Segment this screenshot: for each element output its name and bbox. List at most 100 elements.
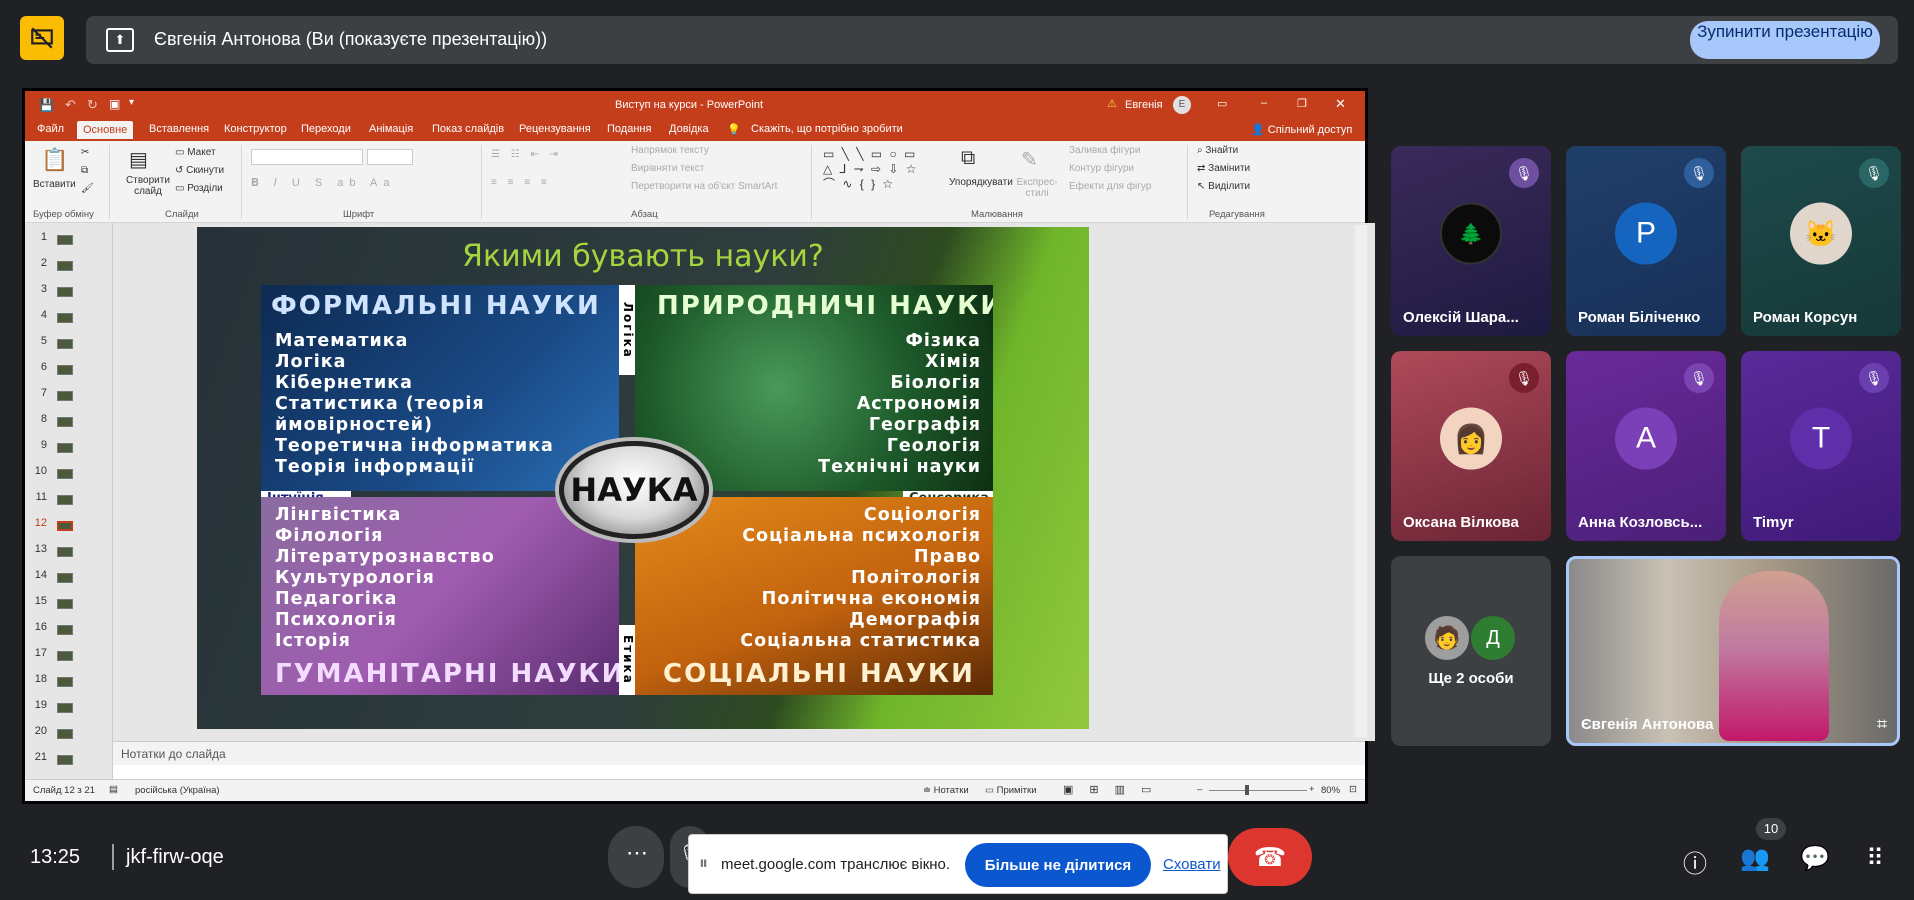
slide-thumb[interactable]: 16 <box>31 621 101 641</box>
new-slide-icon[interactable]: ▤ <box>129 147 148 172</box>
share-button[interactable]: 👤 Спільний доступ <box>1251 123 1352 136</box>
zoom-slider[interactable] <box>1209 790 1307 791</box>
convert-smartart-button[interactable]: Перетворити на об'єкт SmartArt <box>631 181 777 192</box>
chat-icon[interactable]: 💬 <box>1800 844 1830 874</box>
info-icon[interactable]: ⓘ <box>1680 844 1710 878</box>
minimize-icon[interactable]: – <box>1261 97 1267 109</box>
font-format-buttons[interactable]: 𝐁 𝐼 U S ab Aa <box>251 177 395 190</box>
crop-icon[interactable]: ⌗ <box>1877 714 1887 735</box>
close-icon[interactable]: ✕ <box>1335 96 1346 112</box>
quick-styles-icon[interactable]: ✎ <box>1021 147 1038 172</box>
more-participants-tile[interactable]: 🧑 Д Ще 2 особи <box>1391 556 1551 746</box>
tab-design[interactable]: Конструктор <box>224 123 287 135</box>
paste-icon[interactable]: 📋 <box>41 147 68 173</box>
stop-presenting-button[interactable]: Зупинити презентацію <box>1690 21 1880 59</box>
text-direction-button[interactable]: Напрямок тексту <box>631 145 709 156</box>
format-painter-icon[interactable]: 🖌 <box>81 183 94 194</box>
slide-thumb[interactable]: 1 <box>31 231 101 251</box>
tab-file[interactable]: Файл <box>37 123 64 135</box>
meeting-code[interactable]: jkf-firw-oqe <box>126 846 224 869</box>
sections-button[interactable]: ▭ Розділи <box>175 183 223 194</box>
list-buttons[interactable]: ☰ ☷ ⇤ ⇥ <box>491 149 562 160</box>
apps-grid-icon[interactable]: ⠿ <box>1860 844 1890 874</box>
slide[interactable]: Якими бувають науки? ФОРМАЛЬНІ НАУКИ Мат… <box>197 227 1089 729</box>
self-video-tile[interactable]: Євгенія Антонова ⌗ <box>1566 556 1900 746</box>
tab-help[interactable]: Довідка <box>669 123 709 135</box>
slide-thumb-selected[interactable]: 12 <box>31 517 101 537</box>
shape-outline-button[interactable]: Контур фігури <box>1069 163 1134 174</box>
tab-slideshow[interactable]: Показ слайдів <box>432 123 504 135</box>
slide-thumb[interactable]: 17 <box>31 647 101 667</box>
user-avatar[interactable]: E <box>1173 96 1191 114</box>
undo-icon[interactable]: ↶ <box>65 97 76 113</box>
shape-fill-button[interactable]: Заливка фігури <box>1069 145 1140 156</box>
slide-thumb[interactable]: 6 <box>31 361 101 381</box>
slide-thumb[interactable]: 15 <box>31 595 101 615</box>
layout-button[interactable]: ▭ Макет <box>175 147 216 158</box>
notes-toggle[interactable]: ≐ Нотатки <box>923 785 969 796</box>
people-icon[interactable]: 👥 <box>1740 844 1770 874</box>
slide-thumb[interactable]: 3 <box>31 283 101 303</box>
font-family-select[interactable] <box>251 149 363 165</box>
slide-thumb[interactable]: 5 <box>31 335 101 355</box>
paste-button[interactable]: Вставити <box>33 179 76 190</box>
copy-icon[interactable]: ⧉ <box>81 165 88 176</box>
comments-toggle[interactable]: ▭ Примітки <box>985 785 1037 796</box>
arrange-icon[interactable]: ⧉ <box>961 147 975 170</box>
save-icon[interactable]: 💾 <box>39 98 54 112</box>
slide-thumb[interactable]: 4 <box>31 309 101 329</box>
ribbon-options-icon[interactable]: ▭ <box>1217 97 1227 110</box>
slide-thumb[interactable]: 7 <box>31 387 101 407</box>
slide-thumb[interactable]: 20 <box>31 725 101 745</box>
select-button[interactable]: ↖ Виділити <box>1197 181 1250 192</box>
tab-insert[interactable]: Вставлення <box>149 123 209 135</box>
slide-thumb[interactable]: 21 <box>31 751 101 771</box>
tab-home[interactable]: Основне <box>77 121 134 139</box>
restore-icon[interactable]: ❐ <box>1297 97 1307 110</box>
start-slideshow-icon[interactable]: ▣ <box>109 97 120 111</box>
language-indicator[interactable]: російська (Україна) <box>135 785 220 796</box>
tab-view[interactable]: Подання <box>607 123 651 135</box>
participant-tile[interactable]: 🎙 👩 Оксана Вілкова <box>1391 351 1551 541</box>
slide-thumb[interactable]: 2 <box>31 257 101 277</box>
redo-icon[interactable]: ↻ <box>87 97 98 113</box>
leave-call-button[interactable]: ☎ <box>1228 828 1312 886</box>
drag-handle-icon[interactable]: ⏸ <box>699 853 708 874</box>
participant-tile[interactable]: 🎙 🐱 Роман Корсун <box>1741 146 1901 336</box>
editor-scrollbar[interactable] <box>1355 225 1367 737</box>
notes-pane[interactable]: Нотатки до слайда <box>113 741 1365 765</box>
slide-thumb[interactable]: 13 <box>31 543 101 563</box>
slide-thumb[interactable]: 8 <box>31 413 101 433</box>
slide-thumb[interactable]: 14 <box>31 569 101 589</box>
replace-button[interactable]: ⇄ Замінити <box>1197 163 1250 174</box>
cut-icon[interactable]: ✂ <box>81 147 89 158</box>
quick-styles-button[interactable]: Експрес-стилі <box>1015 177 1059 199</box>
new-slide-button[interactable]: Створити слайд <box>123 175 173 197</box>
reset-button[interactable]: ↺ Скинути <box>175 165 224 176</box>
participant-tile[interactable]: 🎙 🌲 Олексій Шара... <box>1391 146 1551 336</box>
zoom-out-icon[interactable]: – <box>1197 784 1202 795</box>
align-text-button[interactable]: Вирівняти текст <box>631 163 704 174</box>
more-options-button[interactable]: ⋯ <box>608 826 664 888</box>
zoom-in-icon[interactable]: + <box>1309 784 1315 795</box>
stop-sharing-button[interactable]: Більше не ділитися <box>965 843 1151 887</box>
slide-thumb[interactable]: 9 <box>31 439 101 459</box>
hide-link[interactable]: Сховати <box>1163 856 1221 873</box>
zoom-level[interactable]: 80% <box>1321 785 1340 796</box>
zoom-slider-thumb[interactable] <box>1245 785 1249 795</box>
align-buttons[interactable]: ≡ ≡ ≡ ≡ <box>491 177 551 188</box>
slide-thumb[interactable]: 11 <box>31 491 101 511</box>
fit-to-window-icon[interactable]: ⊡ <box>1349 784 1357 795</box>
view-buttons[interactable]: ▣⊞▥▭ <box>1063 783 1167 796</box>
participant-tile[interactable]: 🎙 P Роман Біліченко <box>1566 146 1726 336</box>
tab-transitions[interactable]: Переходи <box>301 123 351 135</box>
participant-tile[interactable]: 🎙 T Timyr <box>1741 351 1901 541</box>
slide-thumb[interactable]: 19 <box>31 699 101 719</box>
participant-tile[interactable]: 🎙 A Анна Козловсь... <box>1566 351 1726 541</box>
find-button[interactable]: ⌕ Знайти <box>1197 145 1238 156</box>
spellcheck-icon[interactable]: ▤ <box>109 784 118 795</box>
arrange-button[interactable]: Упорядкувати <box>949 177 1013 188</box>
customize-toolbar-icon[interactable]: ▾ <box>129 97 134 108</box>
tab-animations[interactable]: Анімація <box>369 123 413 135</box>
slide-thumb[interactable]: 10 <box>31 465 101 485</box>
